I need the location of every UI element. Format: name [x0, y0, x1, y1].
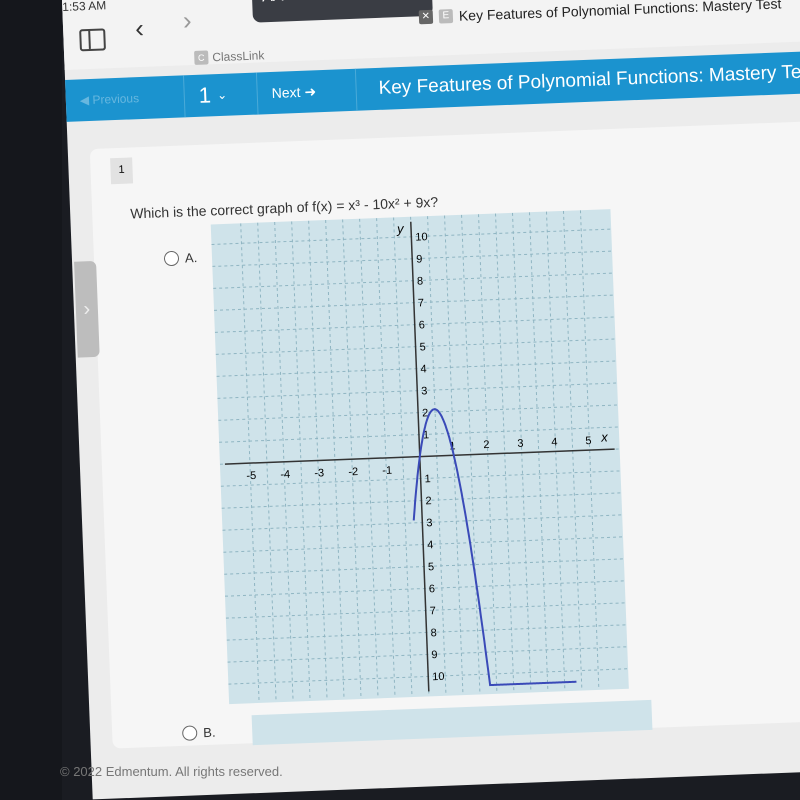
forward-chevron-icon[interactable]: › [182, 5, 192, 36]
y-tick-label: 3 [421, 385, 428, 397]
question-badge: 1 [110, 157, 134, 185]
y-tick-label: 7 [430, 605, 437, 617]
y-axis-label: y [396, 221, 406, 236]
y-tick-label: 4 [427, 539, 434, 551]
radio-b[interactable] [181, 725, 198, 741]
x-tick-label: 4 [551, 436, 558, 448]
y-tick-label: 9 [416, 253, 423, 265]
y-tick-label: 7 [418, 297, 425, 309]
next-label: Next [271, 83, 301, 102]
x-tick-label: -4 [280, 469, 290, 481]
classlink-tab[interactable]: C ClassLink [194, 48, 265, 65]
option-b-label: B. [202, 724, 216, 741]
x-tick-label: -1 [382, 465, 392, 477]
option-b[interactable]: B. [181, 724, 216, 741]
graph-option-a: xy-5 -4 -3 -2 -11 2 3 4 51098765432112345678910 [210, 209, 629, 705]
y-tick-label: 6 [419, 319, 426, 331]
graph-option-b [251, 699, 653, 746]
y-tick-label: 10 [432, 671, 445, 683]
browser-tab[interactable]: ✕ E Key Features of Polynomial Functions… [418, 0, 782, 30]
option-a[interactable]: A. [163, 250, 198, 267]
screen: 1:53 AM ‹ › AA ✕ E Key Features of Polyn… [62, 0, 800, 800]
x-tick-label: -5 [246, 470, 256, 482]
x-tick-label: -2 [348, 466, 358, 478]
x-tick-label: -3 [314, 467, 324, 479]
x-tick-label: 3 [517, 438, 524, 450]
device-bezel [0, 0, 62, 800]
previous-label: Previous [92, 91, 140, 107]
classlink-icon: C [194, 50, 209, 65]
copyright: © 2022 Edmentum. All rights reserved. [60, 764, 283, 779]
arrow-right-circle-icon: ➜ [304, 82, 317, 100]
side-panel-toggle[interactable]: › [74, 260, 100, 358]
close-icon[interactable]: ✕ [418, 9, 434, 25]
y-tick-label: 5 [428, 561, 435, 573]
status-time: 1:53 AM [62, 0, 107, 14]
next-button[interactable]: Next ➜ [256, 68, 358, 115]
radio-a[interactable] [163, 250, 180, 267]
y-tick-label: 3 [426, 517, 433, 529]
y-tick-label: 10 [415, 231, 428, 243]
tab-title: Key Features of Polynomial Functions: Ma… [458, 0, 782, 24]
y-tick-label: 4 [420, 363, 427, 375]
y-tick-label: 6 [429, 583, 436, 595]
option-a-label: A. [184, 250, 198, 266]
test-title: Key Features of Polynomial Functions: Ma… [355, 51, 800, 111]
y-tick-label: 8 [417, 275, 424, 287]
sidebar-toggle-icon[interactable] [79, 28, 106, 52]
question-number: 1 [198, 82, 212, 108]
x-tick-label: 2 [483, 439, 490, 451]
question-card: 1 Which is the correct graph of f(x) = x… [89, 121, 800, 749]
back-chevron-icon[interactable]: ‹ [135, 13, 145, 44]
question-select[interactable]: 1 ⌄ [183, 72, 259, 118]
x-axis-label: x [600, 429, 609, 444]
chevron-right-icon: › [83, 297, 91, 320]
y-tick-label: 2 [425, 495, 432, 507]
y-tick-label: 5 [419, 341, 426, 353]
reader-button[interactable]: AA [251, 0, 433, 23]
favicon: E [438, 9, 454, 24]
x-tick-label: 5 [585, 435, 592, 447]
y-tick-label: 8 [430, 627, 437, 639]
classlink-label: ClassLink [212, 48, 265, 65]
previous-button[interactable]: ◀ Previous [65, 75, 186, 122]
y-tick-label: 1 [424, 473, 431, 485]
chevron-down-icon: ⌄ [216, 87, 228, 103]
y-tick-label: 9 [431, 649, 438, 661]
